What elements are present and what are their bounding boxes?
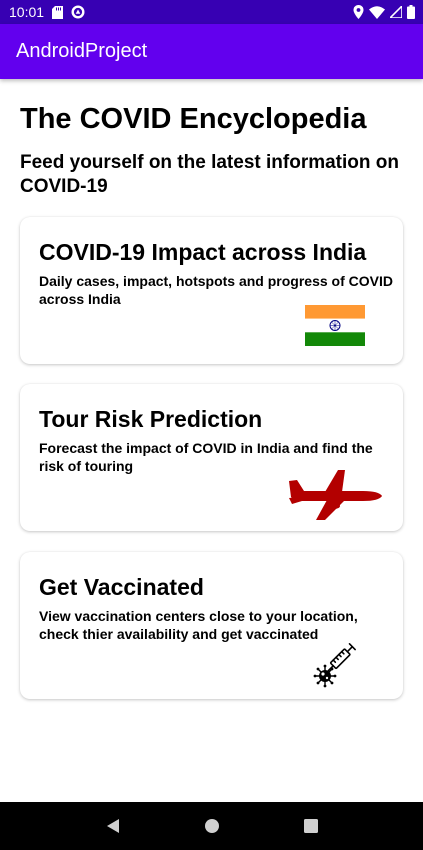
covid-impact-card[interactable]: COVID-19 Impact across India Daily cases… [20,217,403,364]
card-title: COVID-19 Impact across India [39,239,367,265]
app-bar: AndroidProject [0,24,423,79]
navigation-bar [0,802,423,850]
page-subtitle: Feed yourself on the latest information … [20,152,399,197]
vaccine-syringe-icon [313,640,363,693]
data-saver-icon [71,5,85,19]
app-title: AndroidProject [16,40,148,62]
page-title: The COVID Encyclopedia [20,103,367,135]
signal-icon [390,6,402,18]
back-icon[interactable] [98,811,128,841]
card-description: View vaccination centers close to your l… [39,608,358,642]
vaccination-card[interactable]: Get Vaccinated View vaccination centers … [20,552,403,699]
india-flag-icon [305,305,365,351]
card-title: Tour Risk Prediction [39,406,263,432]
airplane-icon [287,470,383,525]
home-icon[interactable] [197,811,227,841]
sd-card-icon [52,5,64,19]
recents-icon[interactable] [296,811,326,841]
wifi-icon [369,5,385,19]
card-title: Get Vaccinated [39,574,204,600]
tour-risk-card[interactable]: Tour Risk Prediction Forecast the impact… [20,384,403,531]
status-bar: 10:01 [0,0,423,24]
card-description: Daily cases, impact, hotspots and progre… [39,273,393,307]
status-time: 10:01 [9,4,45,20]
battery-icon [407,5,415,19]
location-icon [353,5,364,19]
